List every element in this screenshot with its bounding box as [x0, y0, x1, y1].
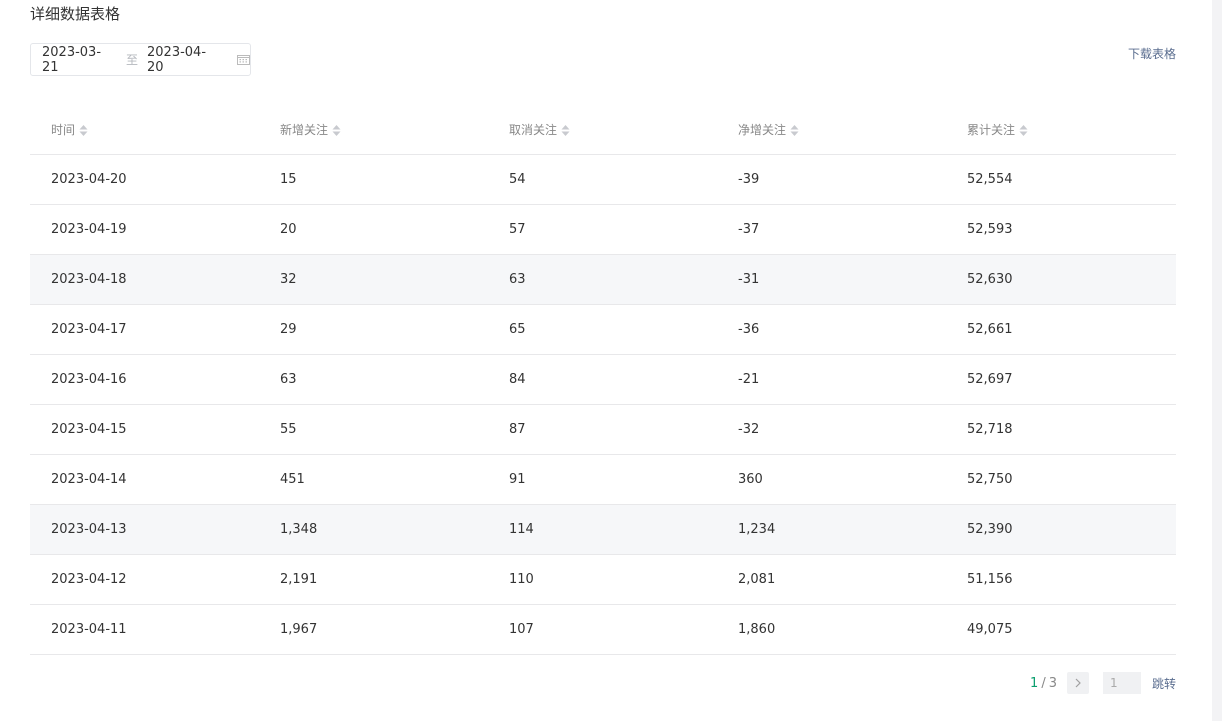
- table-cell: 52,697: [946, 354, 1176, 405]
- table-cell: -31: [717, 254, 946, 305]
- column-header[interactable]: 净增关注: [717, 105, 946, 155]
- column-header[interactable]: 取消关注: [488, 105, 717, 155]
- table-cell: 65: [488, 304, 717, 355]
- table-cell: 2023-04-14: [30, 454, 259, 505]
- sort-icon[interactable]: [561, 124, 570, 137]
- chevron-right-icon: [1075, 678, 1081, 688]
- table-cell: -36: [717, 304, 946, 355]
- table-row: 2023-04-17 29 65 -36 52,661: [30, 304, 1176, 355]
- table-cell: -21: [717, 354, 946, 405]
- table-cell: 84: [488, 354, 717, 405]
- date-separator: 至: [125, 53, 138, 67]
- table-cell: 2023-04-18: [30, 254, 259, 305]
- table-cell: 360: [717, 454, 946, 505]
- jump-button[interactable]: 跳转: [1152, 675, 1176, 692]
- table-cell: 2023-04-11: [30, 604, 259, 655]
- sort-icon[interactable]: [332, 124, 341, 137]
- table-cell: 2023-04-16: [30, 354, 259, 405]
- table-cell: 15: [259, 154, 488, 205]
- table-body: 2023-04-20 15 54 -39 52,554 2023-04-19 20 57 -37…: [30, 154, 1176, 655]
- table-cell: 52,661: [946, 304, 1176, 355]
- table-row: 2023-04-12 2,191 110 2,081 51,156: [30, 554, 1176, 605]
- table-cell: 32: [259, 254, 488, 305]
- table-cell: 51,156: [946, 554, 1176, 605]
- date-range-picker[interactable]: 2023-03-21 至 2023-04-20: [30, 43, 251, 76]
- table-cell: 52,593: [946, 204, 1176, 255]
- total-pages: 3: [1048, 675, 1057, 691]
- table-cell: 52,390: [946, 504, 1176, 555]
- table-cell: 2023-04-19: [30, 204, 259, 255]
- column-header-label: 时间: [51, 123, 76, 137]
- section-title: 详细数据表格: [30, 5, 121, 23]
- table-cell: 63: [488, 254, 717, 305]
- column-header[interactable]: 新增关注: [259, 105, 488, 155]
- table-cell: 20: [259, 204, 488, 255]
- column-header-label: 净增关注: [738, 123, 787, 137]
- table-cell: 91: [488, 454, 717, 505]
- column-header-label: 新增关注: [280, 123, 329, 137]
- jump-page-input[interactable]: [1102, 672, 1141, 694]
- sort-icon[interactable]: [1019, 124, 1028, 137]
- table-cell: 2,191: [259, 554, 488, 605]
- table-cell: 2023-04-15: [30, 404, 259, 455]
- table-cell: 2023-04-20: [30, 154, 259, 205]
- table-row: 2023-04-15 55 87 -32 52,718: [30, 404, 1176, 455]
- start-date[interactable]: 2023-03-21: [42, 45, 117, 75]
- table-cell: 1,348: [259, 504, 488, 555]
- table-cell: 2023-04-17: [30, 304, 259, 355]
- table-cell: -32: [717, 404, 946, 455]
- table-cell: 52,750: [946, 454, 1176, 505]
- table-header-row: 时间 新增关注 取消关注 净增关注 累计关注: [30, 105, 1176, 155]
- table-cell: 2023-04-13: [30, 504, 259, 555]
- table-cell: 52,718: [946, 404, 1176, 455]
- column-header-label: 取消关注: [509, 123, 558, 137]
- table-cell: 52,554: [946, 154, 1176, 205]
- next-page-button[interactable]: [1066, 672, 1089, 694]
- table-row: 2023-04-13 1,348 114 1,234 52,390: [30, 504, 1176, 555]
- data-table: 时间 新增关注 取消关注 净增关注 累计关注 2023-04-20 15 54 -39 52,5…: [30, 105, 1176, 655]
- table-cell: 49,075: [946, 604, 1176, 655]
- table-cell: 114: [488, 504, 717, 555]
- table-row: 2023-04-11 1,967 107 1,860 49,075: [30, 604, 1176, 655]
- column-header[interactable]: 累计关注: [946, 105, 1176, 155]
- table-cell: 451: [259, 454, 488, 505]
- table-row: 2023-04-19 20 57 -37 52,593: [30, 204, 1176, 255]
- page-separator: /: [1041, 675, 1046, 691]
- table-row: 2023-04-16 63 84 -21 52,697: [30, 354, 1176, 405]
- calendar-icon[interactable]: [236, 54, 250, 65]
- page-scrollbar[interactable]: [1212, 0, 1222, 721]
- table-row: 2023-04-20 15 54 -39 52,554: [30, 154, 1176, 205]
- table-cell: 2023-04-12: [30, 554, 259, 605]
- table-cell: -37: [717, 204, 946, 255]
- table-cell: 1,967: [259, 604, 488, 655]
- table-row: 2023-04-18 32 63 -31 52,630: [30, 254, 1176, 305]
- table-cell: 55: [259, 404, 488, 455]
- table-cell: 57: [488, 204, 717, 255]
- table-cell: 107: [488, 604, 717, 655]
- table-cell: 63: [259, 354, 488, 405]
- table-cell: 2,081: [717, 554, 946, 605]
- table-cell: 29: [259, 304, 488, 355]
- table-row: 2023-04-14 451 91 360 52,750: [30, 454, 1176, 505]
- table-cell: 54: [488, 154, 717, 205]
- table-cell: -39: [717, 154, 946, 205]
- column-header[interactable]: 时间: [30, 105, 259, 155]
- sort-icon[interactable]: [790, 124, 799, 137]
- column-header-label: 累计关注: [967, 123, 1016, 137]
- download-table-link[interactable]: 下载表格: [1128, 45, 1176, 62]
- table-cell: 1,234: [717, 504, 946, 555]
- table-cell: 52,630: [946, 254, 1176, 305]
- current-page: 1: [1030, 675, 1039, 691]
- table-cell: 110: [488, 554, 717, 605]
- end-date[interactable]: 2023-04-20: [147, 45, 222, 75]
- pagination: 1 / 3 跳转: [1030, 672, 1176, 694]
- table-cell: 1,860: [717, 604, 946, 655]
- sort-icon[interactable]: [79, 124, 88, 137]
- table-cell: 87: [488, 404, 717, 455]
